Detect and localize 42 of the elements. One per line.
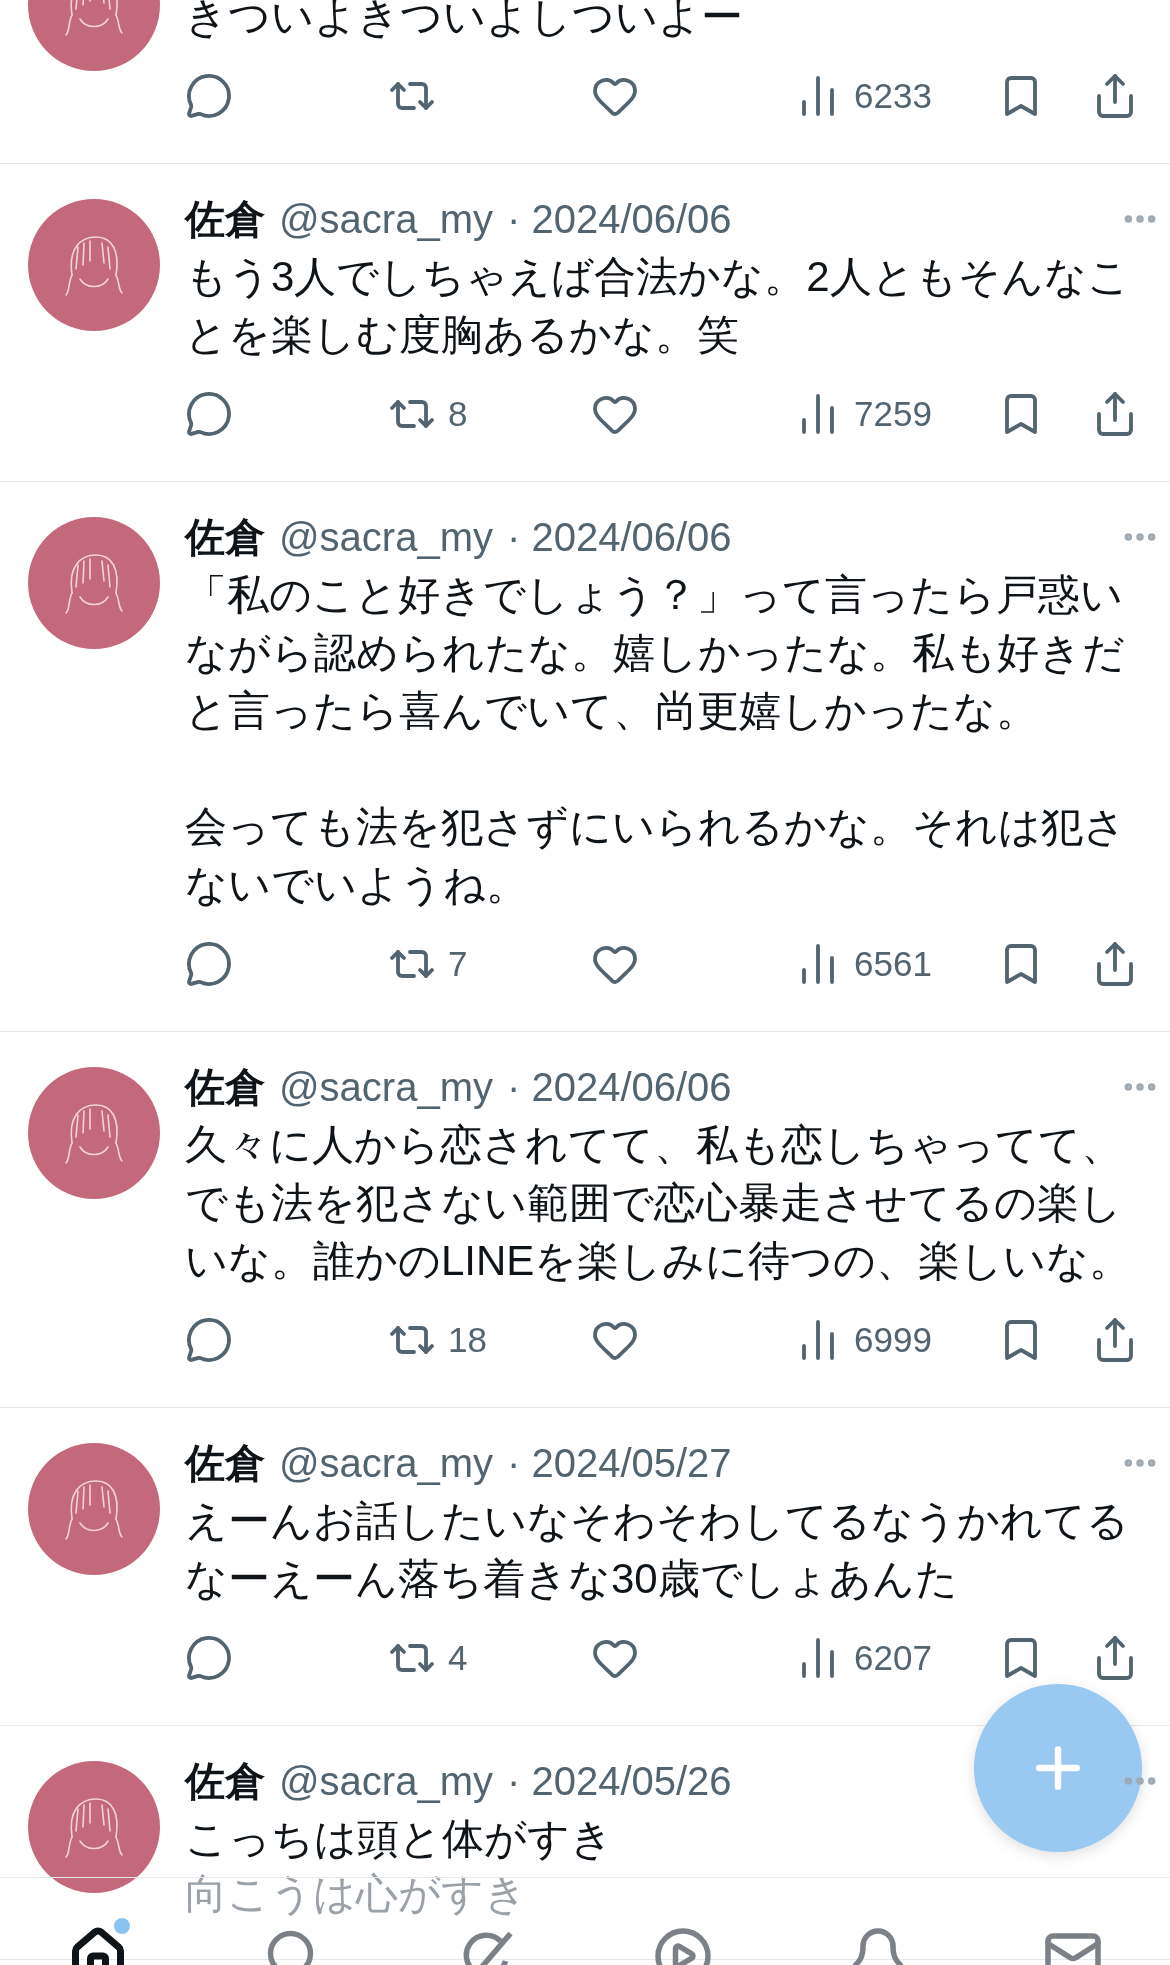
user-handle[interactable]: @sacra_my [279,514,493,560]
reply-icon[interactable] [185,1316,233,1364]
post-date: · 2024/05/27 [507,1440,732,1486]
post-text: 会っても法を犯さずにいられるかな。それは犯さないでいようね。 [185,802,1127,910]
post-text: きついよきついよしついよー [185,0,744,42]
view-count: 6999 [854,1320,932,1360]
post-text: 「私のこと好きでしょう？」って言ったら戸惑いながら認められたな。嬉しかったな。私も好きだと言ったら喜んでいて、尚更嬉しかったな。 [185,570,1126,736]
reply-icon[interactable] [185,940,233,988]
repost-count: 7 [448,944,468,984]
post-date: · 2024/06/06 [507,1064,732,1110]
avatar[interactable] [28,517,160,649]
avatar[interactable] [28,1443,160,1575]
user-handle[interactable]: @sacra_my [279,1064,493,1110]
reply-icon[interactable] [185,390,233,438]
repost-count: 8 [448,394,468,434]
user-handle[interactable]: @sacra_my [279,1440,493,1486]
post-date: · 2024/06/06 [507,196,732,242]
view-count: 6207 [854,1638,932,1678]
user-name[interactable]: 佐倉 [185,1059,265,1115]
repost-count: 4 [448,1638,468,1678]
avatar[interactable] [28,1761,160,1893]
avatar[interactable] [28,1067,160,1199]
post-text: 向こうは心がすき [185,1871,527,1917]
post-text: もう3人でしちゃえば合法かな。2人ともそんなことを楽しむ度胸あるかな。笑 [185,252,1131,360]
reply-icon[interactable] [185,1634,233,1682]
user-handle[interactable]: @sacra_my [279,1758,493,1804]
repost-count: 18 [448,1320,487,1360]
view-count: 6561 [854,944,932,984]
post-text: えーんお話したいなそわそわしてるなうかれてるなーえーん落ち着きな30歳でしょあんた [185,1496,1130,1604]
user-name[interactable]: 佐倉 [185,1753,265,1809]
user-name[interactable]: 佐倉 [185,191,265,247]
post-date: · 2024/05/26 [507,1758,732,1804]
view-count: 7259 [854,394,932,434]
post-date: · 2024/06/06 [507,514,732,560]
view-count: 6233 [854,76,932,116]
post-text: 久々に人から恋されてて、私も恋しちゃってて、でも法を犯さない範囲で恋心暴走させてるの楽しいな。誰かのLINEを楽しみに待つの、楽しいな。 [185,1120,1133,1286]
user-handle[interactable]: @sacra_my [279,196,493,242]
user-name[interactable]: 佐倉 [185,509,265,565]
post-text: こっちは頭と体がすき [185,1814,614,1864]
user-name[interactable]: 佐倉 [185,1435,265,1491]
reply-icon[interactable] [185,72,233,120]
avatar[interactable] [28,199,160,331]
